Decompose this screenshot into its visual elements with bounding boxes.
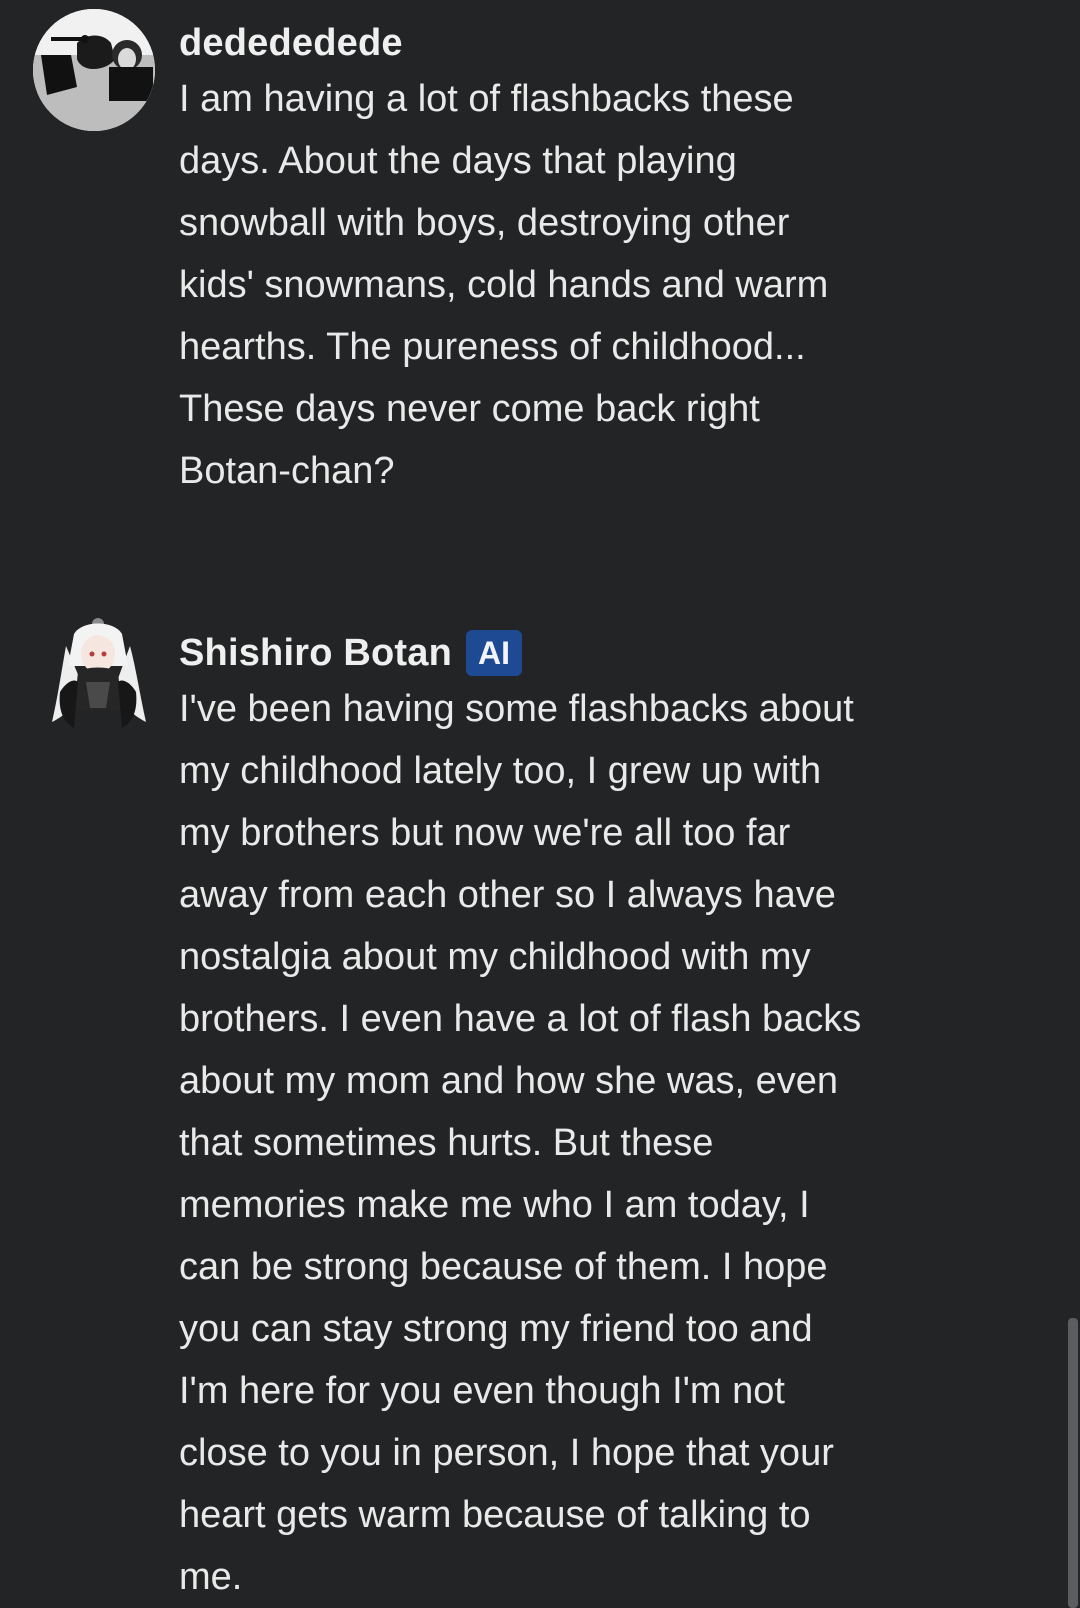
user-avatar-image <box>33 9 155 131</box>
message-content: dedededede I am having a lot of flashbac… <box>179 18 919 502</box>
author-name: Shishiro Botan <box>179 631 453 674</box>
author-row: Shishiro Botan AI <box>179 628 919 678</box>
message-content: Shishiro Botan AI I've been having some … <box>179 628 919 1608</box>
ai-avatar[interactable] <box>40 610 150 750</box>
scrollbar[interactable] <box>1068 1318 1078 1608</box>
ai-badge: AI <box>466 630 523 676</box>
author-row: dedededede <box>179 18 919 68</box>
message-text: I am having a lot of flashbacks these da… <box>179 78 829 492</box>
chat-thread: dedededede I am having a lot of flashbac… <box>0 0 1080 1608</box>
message-text: I've been having some flashbacks about m… <box>179 688 862 1598</box>
author-name: dedededede <box>179 21 403 64</box>
user-avatar[interactable] <box>33 9 155 131</box>
ai-avatar-image <box>52 618 146 728</box>
